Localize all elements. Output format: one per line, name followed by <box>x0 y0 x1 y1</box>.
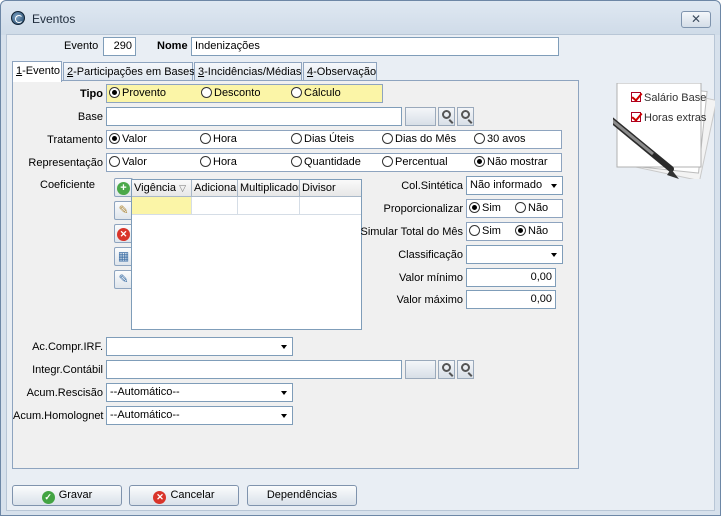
note-item-horas: Horas extras <box>631 112 706 124</box>
search-icon <box>461 110 470 119</box>
base-label: Base <box>77 111 103 123</box>
search-icon <box>461 363 470 372</box>
tratamento-30avos-radio[interactable]: 30 avos <box>474 133 526 145</box>
acum-rescisao-select[interactable]: --Automático-- <box>106 383 293 402</box>
integr-search-button[interactable] <box>438 360 455 379</box>
cancel-icon: ✕ <box>153 491 167 504</box>
tratamento-valor-radio[interactable]: Valor <box>109 133 147 145</box>
representacao-radiogroup: Valor Hora Quantidade Percentual Não mos… <box>106 153 562 172</box>
tipo-calculo-radio[interactable]: Cálculo <box>291 87 341 99</box>
evento-code-input[interactable]: 290 <box>103 37 136 56</box>
ac-compr-irf-select[interactable] <box>106 337 293 356</box>
tipo-label: Tipo <box>79 88 103 100</box>
col-sintetica-select[interactable]: Não informado <box>466 176 563 195</box>
client-area: Evento 290 Nome Indenizações 1-Evento 2-… <box>6 34 718 511</box>
search-icon <box>442 110 451 119</box>
base-input[interactable] <box>106 107 402 126</box>
simular-radiogroup: Sim Não <box>466 222 563 241</box>
tab-panel-evento: Tipo Provento Desconto Cálculo Base Trat… <box>12 80 579 469</box>
proporcionalizar-label: Proporcionalizar <box>383 203 463 215</box>
tipo-radiogroup: Provento Desconto Cálculo <box>106 84 383 103</box>
valor-maximo-input[interactable]: 0,00 <box>466 290 556 309</box>
edit-grid-icon: ✎ <box>118 272 129 286</box>
acum-rescisao-label: Acum.Rescisão <box>26 387 103 399</box>
classificacao-select[interactable] <box>466 245 563 264</box>
base-search2-button[interactable] <box>457 107 474 126</box>
coeficiente-label: Coeficiente <box>40 179 96 191</box>
close-icon: ✕ <box>690 12 702 26</box>
tab-participacoes[interactable]: 2-Participações em Bases <box>63 62 195 81</box>
edit-icon: ✎ <box>118 203 129 217</box>
valor-minimo-label: Valor mínimo <box>399 272 463 284</box>
checkbox-icon <box>631 112 641 122</box>
grid-cell[interactable] <box>238 197 300 215</box>
tratamento-dias-mes-radio[interactable]: Dias do Mês <box>382 133 456 145</box>
representacao-label: Representação <box>28 157 103 169</box>
tratamento-radiogroup: Valor Hora Dias Úteis Dias do Mês 30 avo… <box>106 130 562 149</box>
col-multiplicador-header[interactable]: Multiplicador <box>238 180 300 197</box>
check-icon: ✓ <box>41 491 55 504</box>
acum-homolognet-label: Acum.Homolognet <box>13 410 104 422</box>
representacao-hora-radio[interactable]: Hora <box>200 156 237 168</box>
acum-homolognet-select[interactable]: --Automático-- <box>106 406 293 425</box>
proporcionalizar-sim-radio[interactable]: Sim <box>469 202 501 214</box>
integr-contabil-input[interactable] <box>106 360 402 379</box>
tab-incidencias[interactable]: 3-Incidências/Médias <box>194 62 302 81</box>
tab-observacao[interactable]: 4-Observação <box>303 62 377 81</box>
nome-label: Nome <box>157 40 188 52</box>
grid-cell[interactable] <box>132 197 192 215</box>
table-icon: ▦ <box>117 249 130 263</box>
window-title: Eventos <box>32 12 76 26</box>
tratamento-dias-uteis-radio[interactable]: Dias Úteis <box>291 133 354 145</box>
col-vigencia-header[interactable]: Vigência ▽ <box>132 180 192 197</box>
cancelar-button[interactable]: ✕ Cancelar <box>129 485 239 506</box>
delete-icon: ✕ <box>117 228 130 241</box>
title-bar: Eventos ✕ <box>1 1 720 35</box>
representacao-quantidade-radio[interactable]: Quantidade <box>291 156 361 168</box>
representacao-valor-radio[interactable]: Valor <box>109 156 147 168</box>
sort-icon: ▽ <box>179 183 186 193</box>
valor-maximo-label: Valor máximo <box>396 294 463 306</box>
base-code-button[interactable] <box>405 107 436 126</box>
add-icon: + <box>117 182 130 195</box>
representacao-percentual-radio[interactable]: Percentual <box>382 156 448 168</box>
ac-compr-irf-label: Ac.Compr.IRF. <box>32 341 103 353</box>
checkbox-icon <box>631 92 641 102</box>
classificacao-label: Classificação <box>398 249 463 261</box>
app-icon <box>11 11 25 25</box>
base-search-button[interactable] <box>438 107 455 126</box>
tipo-provento-radio[interactable]: Provento <box>109 87 166 99</box>
tab-evento[interactable]: 1-Evento <box>12 61 62 82</box>
simular-label: Simular Total do Mês <box>360 226 463 238</box>
integr-search2-button[interactable] <box>457 360 474 379</box>
dependencias-button[interactable]: Dependências <box>247 485 357 506</box>
valor-minimo-input[interactable]: 0,00 <box>466 268 556 287</box>
evento-label: Evento <box>64 40 99 52</box>
note-item-salario: Salário Base <box>631 92 706 104</box>
coeficiente-grid[interactable]: Vigência ▽ Adicional Multiplicador Divis… <box>131 179 362 330</box>
integr-code-button[interactable] <box>405 360 436 379</box>
search-icon <box>442 363 451 372</box>
representacao-nao-mostrar-radio[interactable]: Não mostrar <box>474 156 548 168</box>
simular-nao-radio[interactable]: Não <box>515 225 548 237</box>
grid-cell[interactable] <box>192 197 238 215</box>
proporcionalizar-radiogroup: Sim Não <box>466 199 563 218</box>
tratamento-hora-radio[interactable]: Hora <box>200 133 237 145</box>
proporcionalizar-nao-radio[interactable]: Não <box>515 202 548 214</box>
tipo-desconto-radio[interactable]: Desconto <box>201 87 260 99</box>
eventos-window: Eventos ✕ Evento 290 Nome Indenizações 1… <box>0 0 721 516</box>
nome-input[interactable]: Indenizações <box>191 37 559 56</box>
checklist-note-image: Salário Base Horas extras <box>600 82 718 182</box>
close-button[interactable]: ✕ <box>681 11 711 28</box>
col-adicional-header[interactable]: Adicional <box>192 180 238 197</box>
simular-sim-radio[interactable]: Sim <box>469 225 501 237</box>
tratamento-label: Tratamento <box>47 134 103 146</box>
integr-contabil-label: Integr.Contábil <box>32 364 103 376</box>
col-sintetica-label: Col.Sintética <box>401 180 463 192</box>
gravar-button[interactable]: ✓ Gravar <box>12 485 122 506</box>
